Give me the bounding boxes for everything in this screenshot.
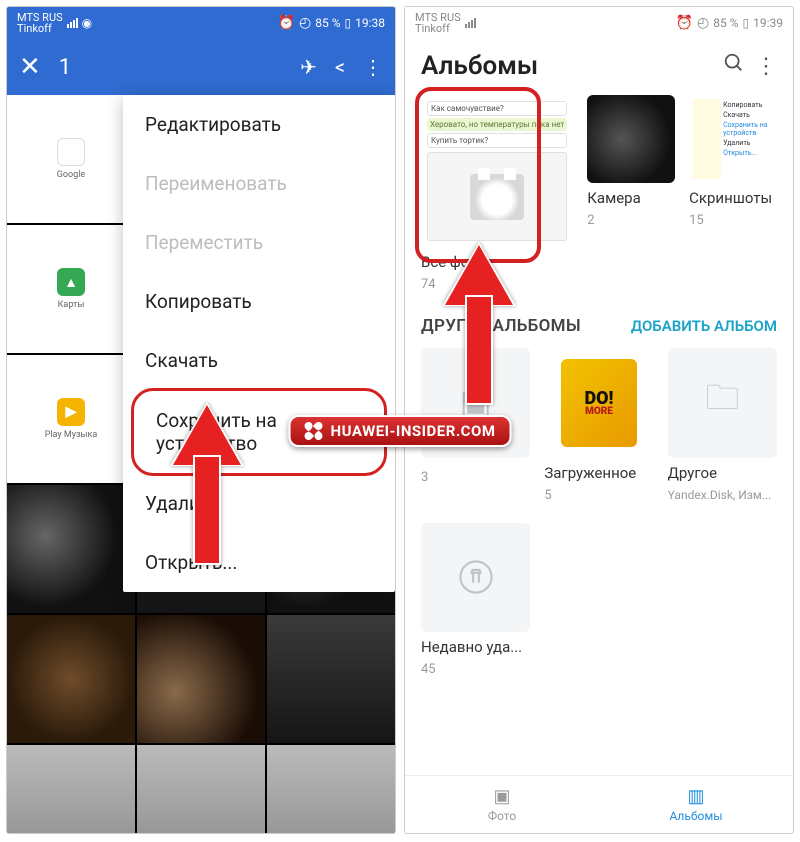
albums-icon: ▥ xyxy=(687,786,704,807)
alarm-icon: ⏰ xyxy=(676,15,693,31)
clock-icon: ◴ xyxy=(299,15,311,31)
status-time: 19:38 xyxy=(355,16,385,30)
battery-icon: ▯ xyxy=(743,16,750,30)
highlight-all-photos xyxy=(415,87,541,263)
wifi-icon: ◉ xyxy=(82,16,92,30)
more-icon[interactable]: ⋮ xyxy=(363,55,383,79)
tile-photo[interactable] xyxy=(7,745,135,834)
folder-icon: 🗀 xyxy=(668,348,777,457)
album-camera[interactable]: Камера 2 xyxy=(587,95,675,292)
tab-photos[interactable]: ▣ Фото xyxy=(405,776,599,833)
album-screenshots[interactable]: Копировать Скачать Сохранить на устройст… xyxy=(689,95,777,292)
battery-icon: ▯ xyxy=(345,16,352,30)
menu-edit[interactable]: Редактировать xyxy=(123,95,395,154)
add-album-button[interactable]: ДОБАВИТЬ АЛЬБОМ xyxy=(631,318,777,335)
menu-download[interactable]: Скачать xyxy=(123,331,395,390)
carrier-2: Tinkoff xyxy=(415,23,461,34)
album-thumb xyxy=(587,95,675,183)
menu-delete[interactable]: Удалить xyxy=(123,474,395,533)
annotation-arrow xyxy=(447,245,511,405)
airplane-icon[interactable]: ✈ xyxy=(300,55,317,79)
menu-copy[interactable]: Копировать xyxy=(123,272,395,331)
status-time: 19:39 xyxy=(753,16,783,30)
bottom-nav: ▣ Фото ▥ Альбомы xyxy=(405,775,793,833)
tile-photo[interactable] xyxy=(267,745,395,834)
clock-icon: ◴ xyxy=(697,15,709,31)
album-recently-deleted[interactable]: Недавно уда... 45 xyxy=(421,523,530,677)
tile-photo[interactable] xyxy=(267,615,395,743)
maps-icon: ▲ xyxy=(57,268,85,296)
menu-rename[interactable]: Переименовать xyxy=(123,154,395,213)
share-icon[interactable]: < xyxy=(335,55,345,79)
other-albums-row-2: Недавно уда... 45 xyxy=(405,517,793,691)
page-title: Альбомы xyxy=(421,51,713,81)
menu-move[interactable]: Переместить xyxy=(123,213,395,272)
context-menu: Редактировать Переименовать Переместить … xyxy=(123,95,395,592)
trash-icon xyxy=(421,523,530,632)
album-thumb: Копировать Скачать Сохранить на устройст… xyxy=(689,95,777,183)
alarm-icon: ⏰ xyxy=(278,15,295,31)
play-music-icon: ▶ xyxy=(57,398,85,426)
album-other[interactable]: 🗀 Другое Yandex.Disk, Изм... xyxy=(668,348,777,502)
status-bar: MTS RUS Tinkoff ⏰ ◴ 85 % ▯ 19:39 xyxy=(405,7,793,39)
tile-apps[interactable]: ▲ Карты xyxy=(7,225,135,353)
tile-apps[interactable]: ▶ Play Музыка xyxy=(7,355,135,483)
album-downloaded[interactable]: DO! MORE Загруженное 5 xyxy=(544,348,653,502)
battery-text: 85 % xyxy=(315,16,340,30)
battery-text: 85 % xyxy=(713,16,738,30)
search-icon[interactable] xyxy=(723,52,745,80)
albums-header: Альбомы ⋮ xyxy=(405,39,793,89)
status-bar: MTS RUS Tinkoff ◉ ⏰ ◴ 85 % ▯ 19:38 xyxy=(7,7,395,39)
tile-photo[interactable] xyxy=(7,485,135,613)
annotation-arrow xyxy=(175,405,239,565)
menu-open[interactable]: Открыть... xyxy=(123,533,395,592)
huawei-logo-icon xyxy=(305,422,323,440)
signal-icon xyxy=(67,18,78,28)
tab-albums[interactable]: ▥ Альбомы xyxy=(599,776,793,833)
tile-apps[interactable]: G Google xyxy=(7,95,135,223)
more-icon[interactable]: ⋮ xyxy=(755,54,777,79)
tile-photo[interactable] xyxy=(137,745,265,834)
album-thumb: DO! MORE xyxy=(544,348,653,457)
close-icon[interactable]: ✕ xyxy=(19,52,41,82)
selection-toolbar: ✕ 1 ✈ < ⋮ xyxy=(7,39,395,95)
photos-icon: ▣ xyxy=(493,786,510,807)
tile-photo[interactable] xyxy=(137,615,265,743)
signal-icon xyxy=(465,18,476,28)
selection-count: 1 xyxy=(59,55,71,80)
google-icon: G xyxy=(57,138,85,166)
carrier-2: Tinkoff xyxy=(17,23,63,34)
tile-photo[interactable] xyxy=(7,615,135,743)
watermark: HUAWEI-INSIDER.COM xyxy=(289,415,512,447)
